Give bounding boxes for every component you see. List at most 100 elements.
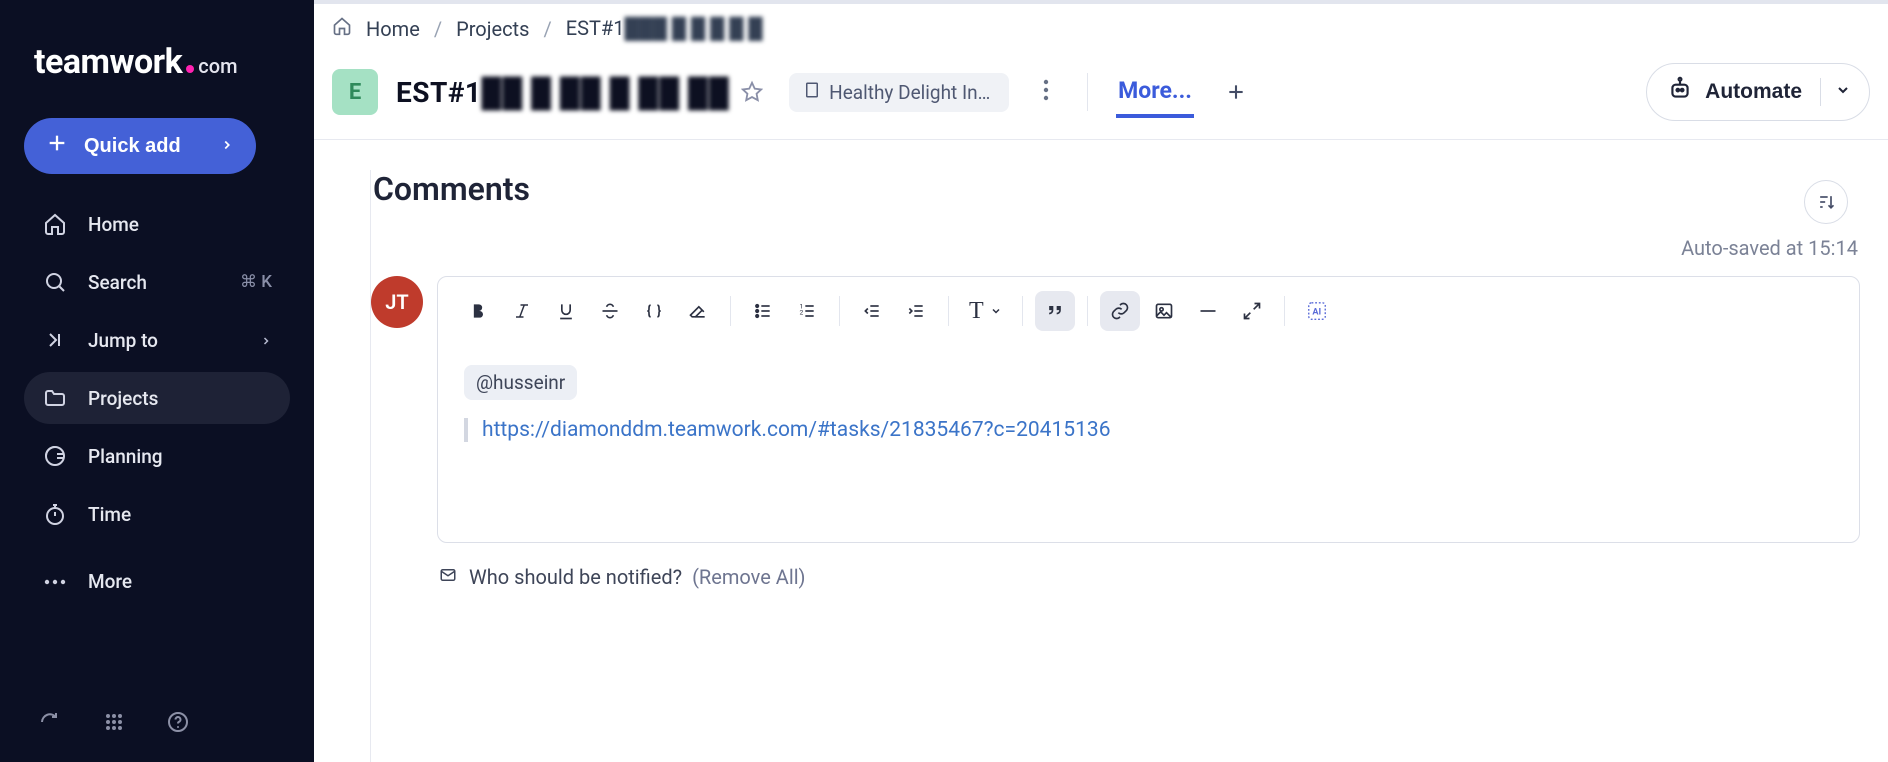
breadcrumb: Home / Projects / EST#1███ █ █ █ █ █ xyxy=(314,4,1888,53)
italic-button[interactable] xyxy=(502,291,542,331)
sidebar-item-jump-to[interactable]: Jump to xyxy=(24,314,290,366)
comments-title: Comments xyxy=(373,170,1860,208)
quick-add-label: Quick add xyxy=(84,135,181,158)
sidebar-item-label: Jump to xyxy=(88,329,158,352)
home-icon xyxy=(332,16,352,41)
chevron-down-icon xyxy=(1820,78,1857,106)
divider xyxy=(1087,73,1088,111)
breadcrumb-current: EST#1███ █ █ █ █ █ xyxy=(566,16,763,41)
refresh-icon[interactable] xyxy=(38,710,62,738)
toolbar-separator xyxy=(839,296,840,326)
breadcrumb-projects[interactable]: Projects xyxy=(456,17,529,41)
blockquote-button[interactable] xyxy=(1035,291,1075,331)
sidebar-item-more[interactable]: More xyxy=(24,556,290,607)
editor-body[interactable]: @husseinr https://diamonddm.teamwork.com… xyxy=(438,345,1859,542)
sidebar: teamwork com Quick add Home Search ⌘ K xyxy=(0,0,314,762)
search-icon xyxy=(42,270,68,294)
sidebar-item-planning[interactable]: Planning xyxy=(24,430,290,482)
outdent-button[interactable] xyxy=(852,291,892,331)
ordered-list-button[interactable]: 12 xyxy=(787,291,827,331)
strikethrough-button[interactable] xyxy=(590,291,630,331)
editor-toolbar: 12 T AI xyxy=(438,277,1859,345)
main: Home / Projects / EST#1███ █ █ █ █ █ E E… xyxy=(314,0,1888,762)
sidebar-item-label: Search xyxy=(88,271,147,294)
logo-dot-icon xyxy=(186,65,194,73)
stopwatch-icon xyxy=(42,502,68,526)
project-tag-chip[interactable]: Healthy Delight Inter... xyxy=(789,73,1009,112)
project-title: EST#1██ █ ██ █ ██ ██ xyxy=(396,76,763,109)
blockquote: https://diamonddm.teamwork.com/#tasks/21… xyxy=(464,418,1833,442)
plus-icon xyxy=(46,132,68,160)
sidebar-item-search[interactable]: Search ⌘ K xyxy=(24,256,290,308)
folder-icon xyxy=(42,386,68,410)
underline-button[interactable] xyxy=(546,291,586,331)
sidebar-item-time[interactable]: Time xyxy=(24,488,290,540)
star-icon[interactable] xyxy=(741,76,763,109)
eraser-button[interactable] xyxy=(678,291,718,331)
svg-text:AI: AI xyxy=(1312,308,1321,318)
sidebar-item-label: Planning xyxy=(88,445,163,468)
remove-all-link[interactable]: (Remove All) xyxy=(692,565,805,589)
breadcrumb-separator: / xyxy=(543,17,551,41)
project-avatar: E xyxy=(332,69,378,115)
logo-suffix: com xyxy=(198,54,237,78)
jump-to-icon xyxy=(42,328,68,352)
building-icon xyxy=(803,81,821,104)
mention-chip[interactable]: @husseinr xyxy=(464,365,577,400)
toolbar-separator xyxy=(948,296,949,326)
sidebar-bottom-row xyxy=(24,710,290,738)
logo: teamwork com xyxy=(34,42,290,82)
envelope-icon xyxy=(437,565,459,589)
notify-question[interactable]: Who should be notified? xyxy=(469,565,682,589)
sidebar-item-label: Home xyxy=(88,213,139,236)
sidebar-item-projects[interactable]: Projects xyxy=(24,372,290,424)
user-avatar: JT xyxy=(371,276,423,328)
help-icon[interactable] xyxy=(166,710,190,738)
ai-button[interactable]: AI xyxy=(1297,291,1337,331)
toolbar-separator xyxy=(730,296,731,326)
autosaved-label: Auto-saved at 15:14 xyxy=(371,236,1858,260)
link-button[interactable] xyxy=(1100,291,1140,331)
search-shortcut: ⌘ K xyxy=(240,272,272,292)
more-dots-icon xyxy=(42,577,68,587)
automate-label: Automate xyxy=(1705,80,1802,104)
svg-text:2: 2 xyxy=(800,308,804,316)
bullet-list-button[interactable] xyxy=(743,291,783,331)
tab-more[interactable]: More... xyxy=(1116,67,1194,118)
planning-icon xyxy=(42,444,68,468)
notify-row: Who should be notified? (Remove All) xyxy=(437,543,1860,589)
sidebar-item-label: More xyxy=(88,570,132,593)
breadcrumb-home[interactable]: Home xyxy=(366,17,420,41)
robot-icon xyxy=(1667,76,1693,108)
sidebar-item-label: Time xyxy=(88,503,131,526)
add-tab-button[interactable] xyxy=(1212,72,1260,113)
sidebar-nav: Home Search ⌘ K Jump to Projects xyxy=(24,198,290,607)
sidebar-item-home[interactable]: Home xyxy=(24,198,290,250)
toolbar-separator xyxy=(1087,296,1088,326)
sidebar-item-label: Projects xyxy=(88,387,158,410)
chevron-right-icon xyxy=(260,329,272,352)
project-menu-button[interactable] xyxy=(1033,73,1059,111)
sort-button[interactable] xyxy=(1804,180,1848,224)
toolbar-separator xyxy=(1022,296,1023,326)
text-style-dropdown[interactable]: T xyxy=(961,298,1010,325)
text-icon: T xyxy=(969,298,984,325)
toolbar-separator xyxy=(1284,296,1285,326)
expand-button[interactable] xyxy=(1232,291,1272,331)
automate-button[interactable]: Automate xyxy=(1646,63,1870,121)
indent-button[interactable] xyxy=(896,291,936,331)
home-icon xyxy=(42,212,68,236)
project-header: E EST#1██ █ ██ █ ██ ██ Healthy Delight I… xyxy=(314,53,1888,140)
logo-text: teamwork xyxy=(34,42,182,82)
project-tag-label: Healthy Delight Inter... xyxy=(829,81,995,104)
image-button[interactable] xyxy=(1144,291,1184,331)
bold-button[interactable] xyxy=(458,291,498,331)
grid-icon[interactable] xyxy=(102,710,126,738)
quick-add-button[interactable]: Quick add xyxy=(24,118,256,174)
horizontal-rule-button[interactable] xyxy=(1188,291,1228,331)
comment-composer-row: JT 12 T xyxy=(371,276,1860,543)
comment-link[interactable]: https://diamonddm.teamwork.com/#tasks/21… xyxy=(482,418,1111,442)
chevron-right-icon xyxy=(220,135,234,158)
breadcrumb-separator: / xyxy=(434,17,442,41)
code-button[interactable] xyxy=(634,291,674,331)
